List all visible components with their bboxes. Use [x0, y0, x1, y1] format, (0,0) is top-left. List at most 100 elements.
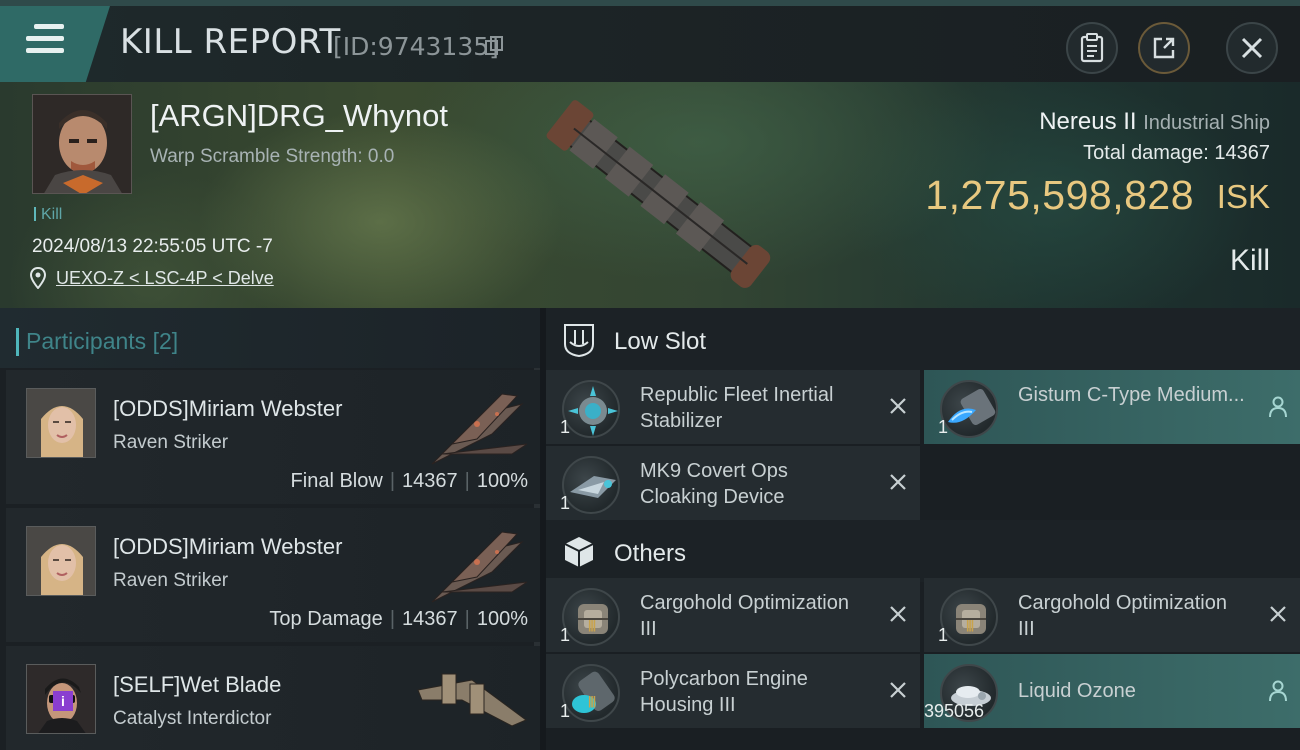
participant-row[interactable]: [ODDS]Miriam Webster Raven Striker Final… — [6, 370, 540, 504]
ship-class: Industrial Ship — [1143, 112, 1270, 134]
participant-ship: Catalyst Interdictor — [113, 708, 272, 729]
fitting-item[interactable]: 395056 Liquid Ozone — [924, 654, 1300, 728]
low-slot-icon — [564, 324, 594, 358]
close-x-icon[interactable] — [1268, 604, 1288, 624]
share-button[interactable] — [1138, 22, 1190, 74]
item-quantity: 1 — [560, 417, 571, 437]
item-quantity: 1 — [938, 625, 949, 645]
ship-type-line: Nereus II Industrial Ship — [1039, 108, 1270, 136]
close-x-icon[interactable] — [888, 396, 908, 416]
participant-ship-image — [417, 673, 527, 727]
person-icon[interactable] — [1268, 396, 1288, 418]
close-x-icon[interactable] — [888, 472, 908, 492]
participants-header: Participants [2] — [0, 308, 540, 368]
low-slot-header: Low Slot — [546, 308, 1300, 370]
share-icon — [1153, 37, 1175, 59]
participant-ship: Raven Striker — [113, 570, 229, 591]
total-damage-value: 14367 — [1214, 142, 1270, 164]
cube-icon — [564, 537, 594, 567]
item-name: Gistum C-Type Medium... — [1018, 384, 1245, 406]
fitting-item[interactable]: 1 MK9 Covert Ops Cloaking Device — [546, 446, 920, 520]
participant-damage: 14367 — [402, 470, 458, 492]
others-label: Others — [614, 540, 687, 567]
participant-stats: Final Blow | 14367 | 100% — [290, 470, 528, 492]
participant-damage: 14367 — [402, 608, 458, 630]
participant-percent: 100% — [476, 608, 528, 630]
item-name: Cargohold Optimization III — [1018, 592, 1227, 640]
location-pin-icon — [30, 267, 46, 289]
fitting-panel: Low Slot 1 Republic Fleet Inertial Stabi… — [546, 308, 1300, 750]
participant-avatar[interactable] — [26, 388, 96, 458]
item-quantity: 1 — [938, 417, 949, 437]
isk-value: 1,275,598,828 — [925, 172, 1194, 218]
item-icon — [562, 588, 620, 646]
participants-count: [2] — [152, 328, 179, 354]
participant-name[interactable]: [ODDS]Miriam Webster — [113, 534, 342, 560]
item-icon — [562, 664, 620, 722]
kill-tag: Kill — [34, 206, 62, 224]
total-damage-line: Total damage: 14367 — [1083, 142, 1270, 165]
participant-portrait-image — [27, 527, 95, 595]
item-name: Cargohold Optimization III — [640, 592, 849, 640]
item-name: Republic Fleet Inertial Stabilizer — [640, 384, 834, 432]
menu-button[interactable] — [0, 6, 110, 82]
participant-ship-image — [431, 531, 528, 603]
participant-avatar[interactable] — [26, 526, 96, 596]
participants-panel: Participants [2] [ODDS]Miriam Webster Ra… — [0, 308, 540, 750]
item-quantity: 395056 — [924, 701, 985, 721]
others-header: Others — [546, 520, 1300, 582]
victim-panel: [ARGN]DRG_Whynot Warp Scramble Strength:… — [0, 82, 1300, 308]
participant-role: Final Blow — [290, 470, 383, 492]
victim-ship-image — [546, 100, 771, 288]
participant-percent: 100% — [476, 470, 528, 492]
tier-3-badge: ||| — [588, 694, 596, 708]
participant-name[interactable]: [ODDS]Miriam Webster — [113, 396, 342, 422]
item-name: Polycarbon Engine Housing III — [640, 668, 808, 716]
item-quantity: 1 — [560, 701, 571, 721]
fitting-item[interactable]: ||| 1 Polycarbon Engine Housing III — [546, 654, 920, 728]
close-button[interactable] — [1226, 22, 1278, 74]
location-link[interactable]: UEXO-Z < LSC-4P < Delve — [56, 268, 274, 289]
ship-name[interactable]: Nereus II — [1039, 108, 1136, 135]
copy-icon[interactable] — [484, 36, 504, 56]
participant-row[interactable]: i [SELF]Wet Blade Catalyst Interdictor — [6, 646, 540, 750]
close-x-icon[interactable] — [888, 680, 908, 700]
item-name: MK9 Covert Ops Cloaking Device — [640, 460, 788, 508]
item-icon — [562, 380, 620, 438]
victim-portrait[interactable] — [32, 94, 132, 194]
fitting-item[interactable]: ||| 1 Cargohold Optimization III — [546, 578, 920, 652]
item-icon — [940, 588, 998, 646]
warp-scramble-strength: Warp Scramble Strength: 0.0 — [150, 146, 395, 167]
total-damage-label: Total damage: — [1083, 142, 1209, 164]
result-label: Kill — [1229, 244, 1270, 277]
participant-ship: Raven Striker — [113, 432, 229, 453]
participant-role: Top Damage — [269, 608, 383, 630]
clipboard-button[interactable] — [1066, 22, 1118, 74]
victim-name[interactable]: [ARGN]DRG_Whynot — [150, 98, 448, 134]
item-icon — [562, 456, 620, 514]
page-title: KILL REPORT — [120, 22, 341, 62]
fitting-item[interactable]: 1 Gistum C-Type Medium... — [924, 370, 1300, 444]
participant-ship-image — [431, 393, 528, 465]
tier-3-badge: ||| — [966, 618, 974, 632]
tier-3-badge: ||| — [588, 618, 596, 632]
kill-id: [ID:9743135] — [333, 32, 499, 61]
info-badge-icon: i — [53, 691, 73, 711]
participant-name[interactable]: [SELF]Wet Blade — [113, 672, 281, 698]
isk-unit: ISK — [1216, 178, 1270, 215]
low-slot-label: Low Slot — [614, 328, 707, 355]
kill-timestamp: 2024/08/13 22:55:05 UTC -7 — [32, 236, 273, 257]
fitting-item[interactable]: ||| 1 Cargohold Optimization III — [924, 578, 1300, 652]
fitting-item[interactable]: 1 Republic Fleet Inertial Stabilizer — [546, 370, 920, 444]
participants-label: Participants [2] — [15, 328, 179, 356]
close-x-icon[interactable] — [888, 604, 908, 624]
title-bar: KILL REPORT [ID:9743135] — [0, 0, 1300, 82]
participant-row[interactable]: [ODDS]Miriam Webster Raven Striker Top D… — [6, 508, 540, 642]
victim-avatar — [33, 95, 131, 193]
item-name: Liquid Ozone — [1018, 680, 1136, 702]
item-icon — [940, 380, 998, 438]
close-icon — [1241, 37, 1263, 59]
person-icon[interactable] — [1268, 680, 1288, 702]
item-quantity: 1 — [560, 625, 571, 645]
participant-stats: Top Damage | 14367 | 100% — [269, 608, 528, 630]
